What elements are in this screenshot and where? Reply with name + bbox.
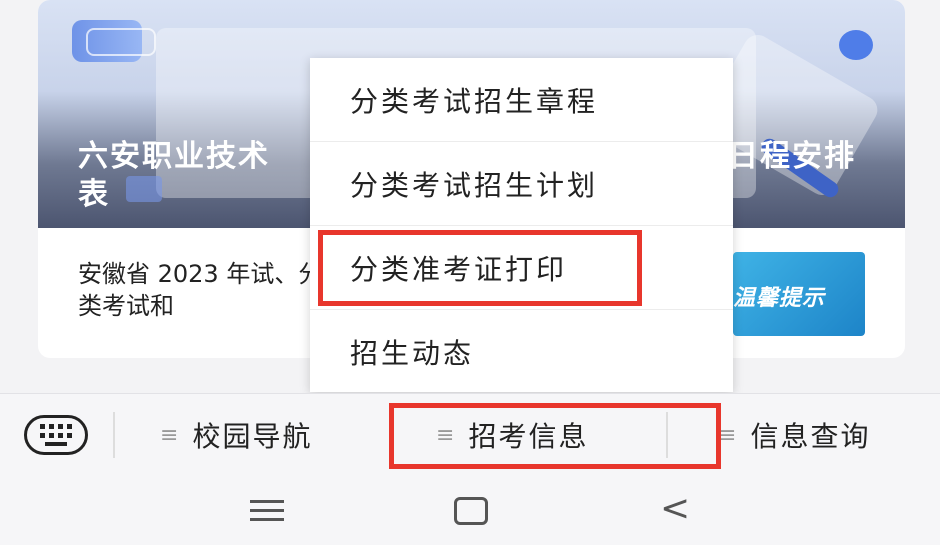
banner-decoration bbox=[839, 30, 873, 60]
tab-label: 校园导航 bbox=[192, 420, 313, 453]
article-thumbnail: 温馨提示 bbox=[733, 252, 865, 336]
highlight-box-admit-card bbox=[318, 230, 642, 306]
menu-item-admission-charter[interactable]: 分类考试招生章程 bbox=[310, 58, 733, 142]
menu-item-admission-news[interactable]: 招生动态 bbox=[310, 310, 733, 394]
highlight-box-admission-tab bbox=[389, 403, 721, 469]
keyboard-icon[interactable] bbox=[24, 415, 88, 455]
article-title-line2: 表 bbox=[78, 177, 108, 212]
banner-decoration bbox=[86, 28, 156, 56]
menu-icon[interactable] bbox=[250, 500, 284, 522]
menu-item-label: 招生动态 bbox=[350, 337, 475, 370]
tab-campus-navigation[interactable]: ≡ 校园导航 bbox=[160, 414, 312, 456]
article-title-part: 六安职业技术 bbox=[78, 139, 270, 174]
system-nav-bar: < bbox=[0, 476, 940, 545]
popup-menu: 分类考试招生章程 分类考试招生计划 分类准考证打印 招生动态 bbox=[310, 58, 733, 392]
back-icon[interactable]: < bbox=[660, 489, 690, 529]
article-title-part: 日程安排 bbox=[728, 139, 856, 174]
menu-item-label: 分类考试招生计划 bbox=[350, 168, 599, 202]
home-icon[interactable] bbox=[454, 497, 488, 525]
menu-item-label: 分类考试招生章程 bbox=[350, 84, 599, 118]
article-snippet: 安徽省 2023 年试、分类考试和 bbox=[78, 260, 323, 320]
menu-lines-icon: ≡ bbox=[718, 422, 739, 448]
thumbnail-text: 温馨提示 bbox=[733, 286, 826, 311]
menu-item-admission-plan[interactable]: 分类考试招生计划 bbox=[310, 142, 733, 226]
tab-label: 信息查询 bbox=[750, 420, 871, 453]
menu-lines-icon: ≡ bbox=[160, 422, 181, 448]
banner-decoration bbox=[126, 176, 162, 202]
tab-info-query[interactable]: ≡ 信息查询 bbox=[718, 414, 870, 456]
app-screen: 六安职业技术 日程安排 表 安徽省 2023 年试、分类考试和 温馨提示 分类考… bbox=[0, 0, 940, 545]
divider bbox=[113, 412, 115, 458]
